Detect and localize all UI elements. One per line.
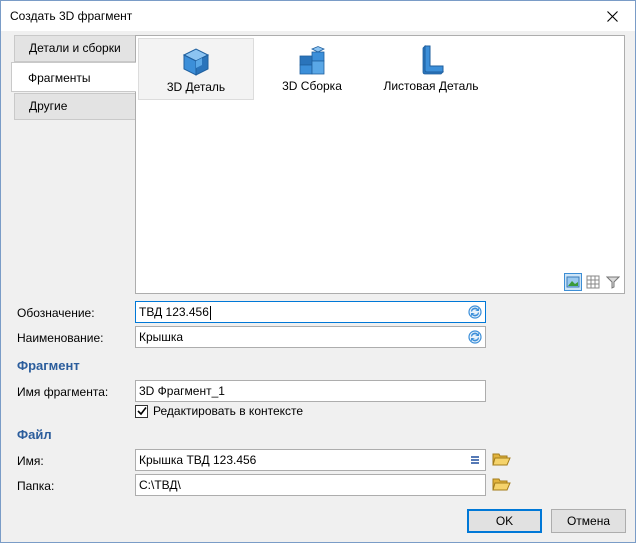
text-caret — [209, 305, 211, 320]
templates-panel: 3D Деталь 3D Сборка Листовая Деталь — [135, 35, 625, 294]
fragment-section-heading: Фрагмент — [17, 358, 80, 373]
template-3d-assembly[interactable]: 3D Сборка — [254, 38, 370, 100]
title-bar: Создать 3D фрагмент — [1, 1, 635, 31]
fragment-name-field[interactable]: 3D Фрагмент_1 — [135, 380, 486, 402]
close-icon — [606, 10, 618, 22]
open-folder-icon[interactable] — [491, 449, 511, 469]
tab-other[interactable]: Другие — [14, 93, 136, 120]
name-value: Крышка — [139, 330, 184, 344]
template-label: 3D Деталь — [166, 80, 226, 94]
view-mode-toolbar — [564, 273, 622, 291]
refresh-icon[interactable] — [467, 329, 483, 345]
large-icons-view-icon — [566, 276, 580, 288]
open-folder-icon[interactable] — [491, 474, 511, 494]
cancel-button[interactable]: Отмена — [551, 509, 626, 533]
template-label: Листовая Деталь — [383, 79, 479, 93]
file-name-label: Имя: — [17, 454, 44, 468]
tab-fragments[interactable]: Фрагменты — [11, 62, 136, 92]
menu-icon[interactable] — [467, 452, 483, 468]
folder-value: C:\ТВД\ — [139, 478, 181, 492]
list-view-icon — [586, 275, 600, 289]
dialog-window: Создать 3D фрагмент Детали и сборки Фраг… — [0, 0, 636, 543]
edit-in-context-label: Редактировать в контексте — [153, 404, 304, 418]
folder-label: Папка: — [17, 479, 55, 493]
designation-label: Обозначение: — [17, 306, 95, 320]
designation-field[interactable]: ТВД 123.456 — [135, 301, 486, 323]
designation-value: ТВД 123.456 — [139, 305, 209, 319]
edit-in-context-option[interactable]: Редактировать в контексте — [135, 404, 303, 418]
part-icon — [182, 48, 210, 76]
sheet-metal-icon — [422, 45, 444, 75]
template-3d-part[interactable]: 3D Деталь — [138, 38, 254, 100]
template-label: 3D Сборка — [282, 79, 342, 93]
file-name-field[interactable]: Крышка ТВД 123.456 — [135, 449, 486, 471]
fragment-name-value: 3D Фрагмент_1 — [139, 384, 225, 398]
template-sheet-metal-part[interactable]: Листовая Деталь — [368, 38, 494, 100]
file-section-heading: Файл — [17, 427, 52, 442]
tab-parts-and-assemblies[interactable]: Детали и сборки — [14, 35, 136, 62]
assembly-icon — [299, 46, 325, 75]
folder-field[interactable]: C:\ТВД\ — [135, 474, 486, 496]
list-view-button[interactable] — [584, 273, 602, 291]
checkmark-icon — [136, 407, 147, 416]
refresh-icon[interactable] — [467, 304, 483, 320]
name-field[interactable]: Крышка — [135, 326, 486, 348]
edit-in-context-checkbox[interactable] — [135, 404, 148, 418]
close-button[interactable] — [589, 1, 635, 31]
ok-button[interactable]: OK — [467, 509, 542, 533]
filter-icon — [606, 276, 620, 289]
filter-button[interactable] — [604, 273, 622, 291]
large-icons-view-button[interactable] — [564, 273, 582, 291]
file-name-value: Крышка ТВД 123.456 — [139, 453, 257, 467]
name-label: Наименование: — [17, 331, 104, 345]
window-title: Создать 3D фрагмент — [10, 9, 133, 23]
fragment-name-label: Имя фрагмента: — [17, 385, 109, 399]
